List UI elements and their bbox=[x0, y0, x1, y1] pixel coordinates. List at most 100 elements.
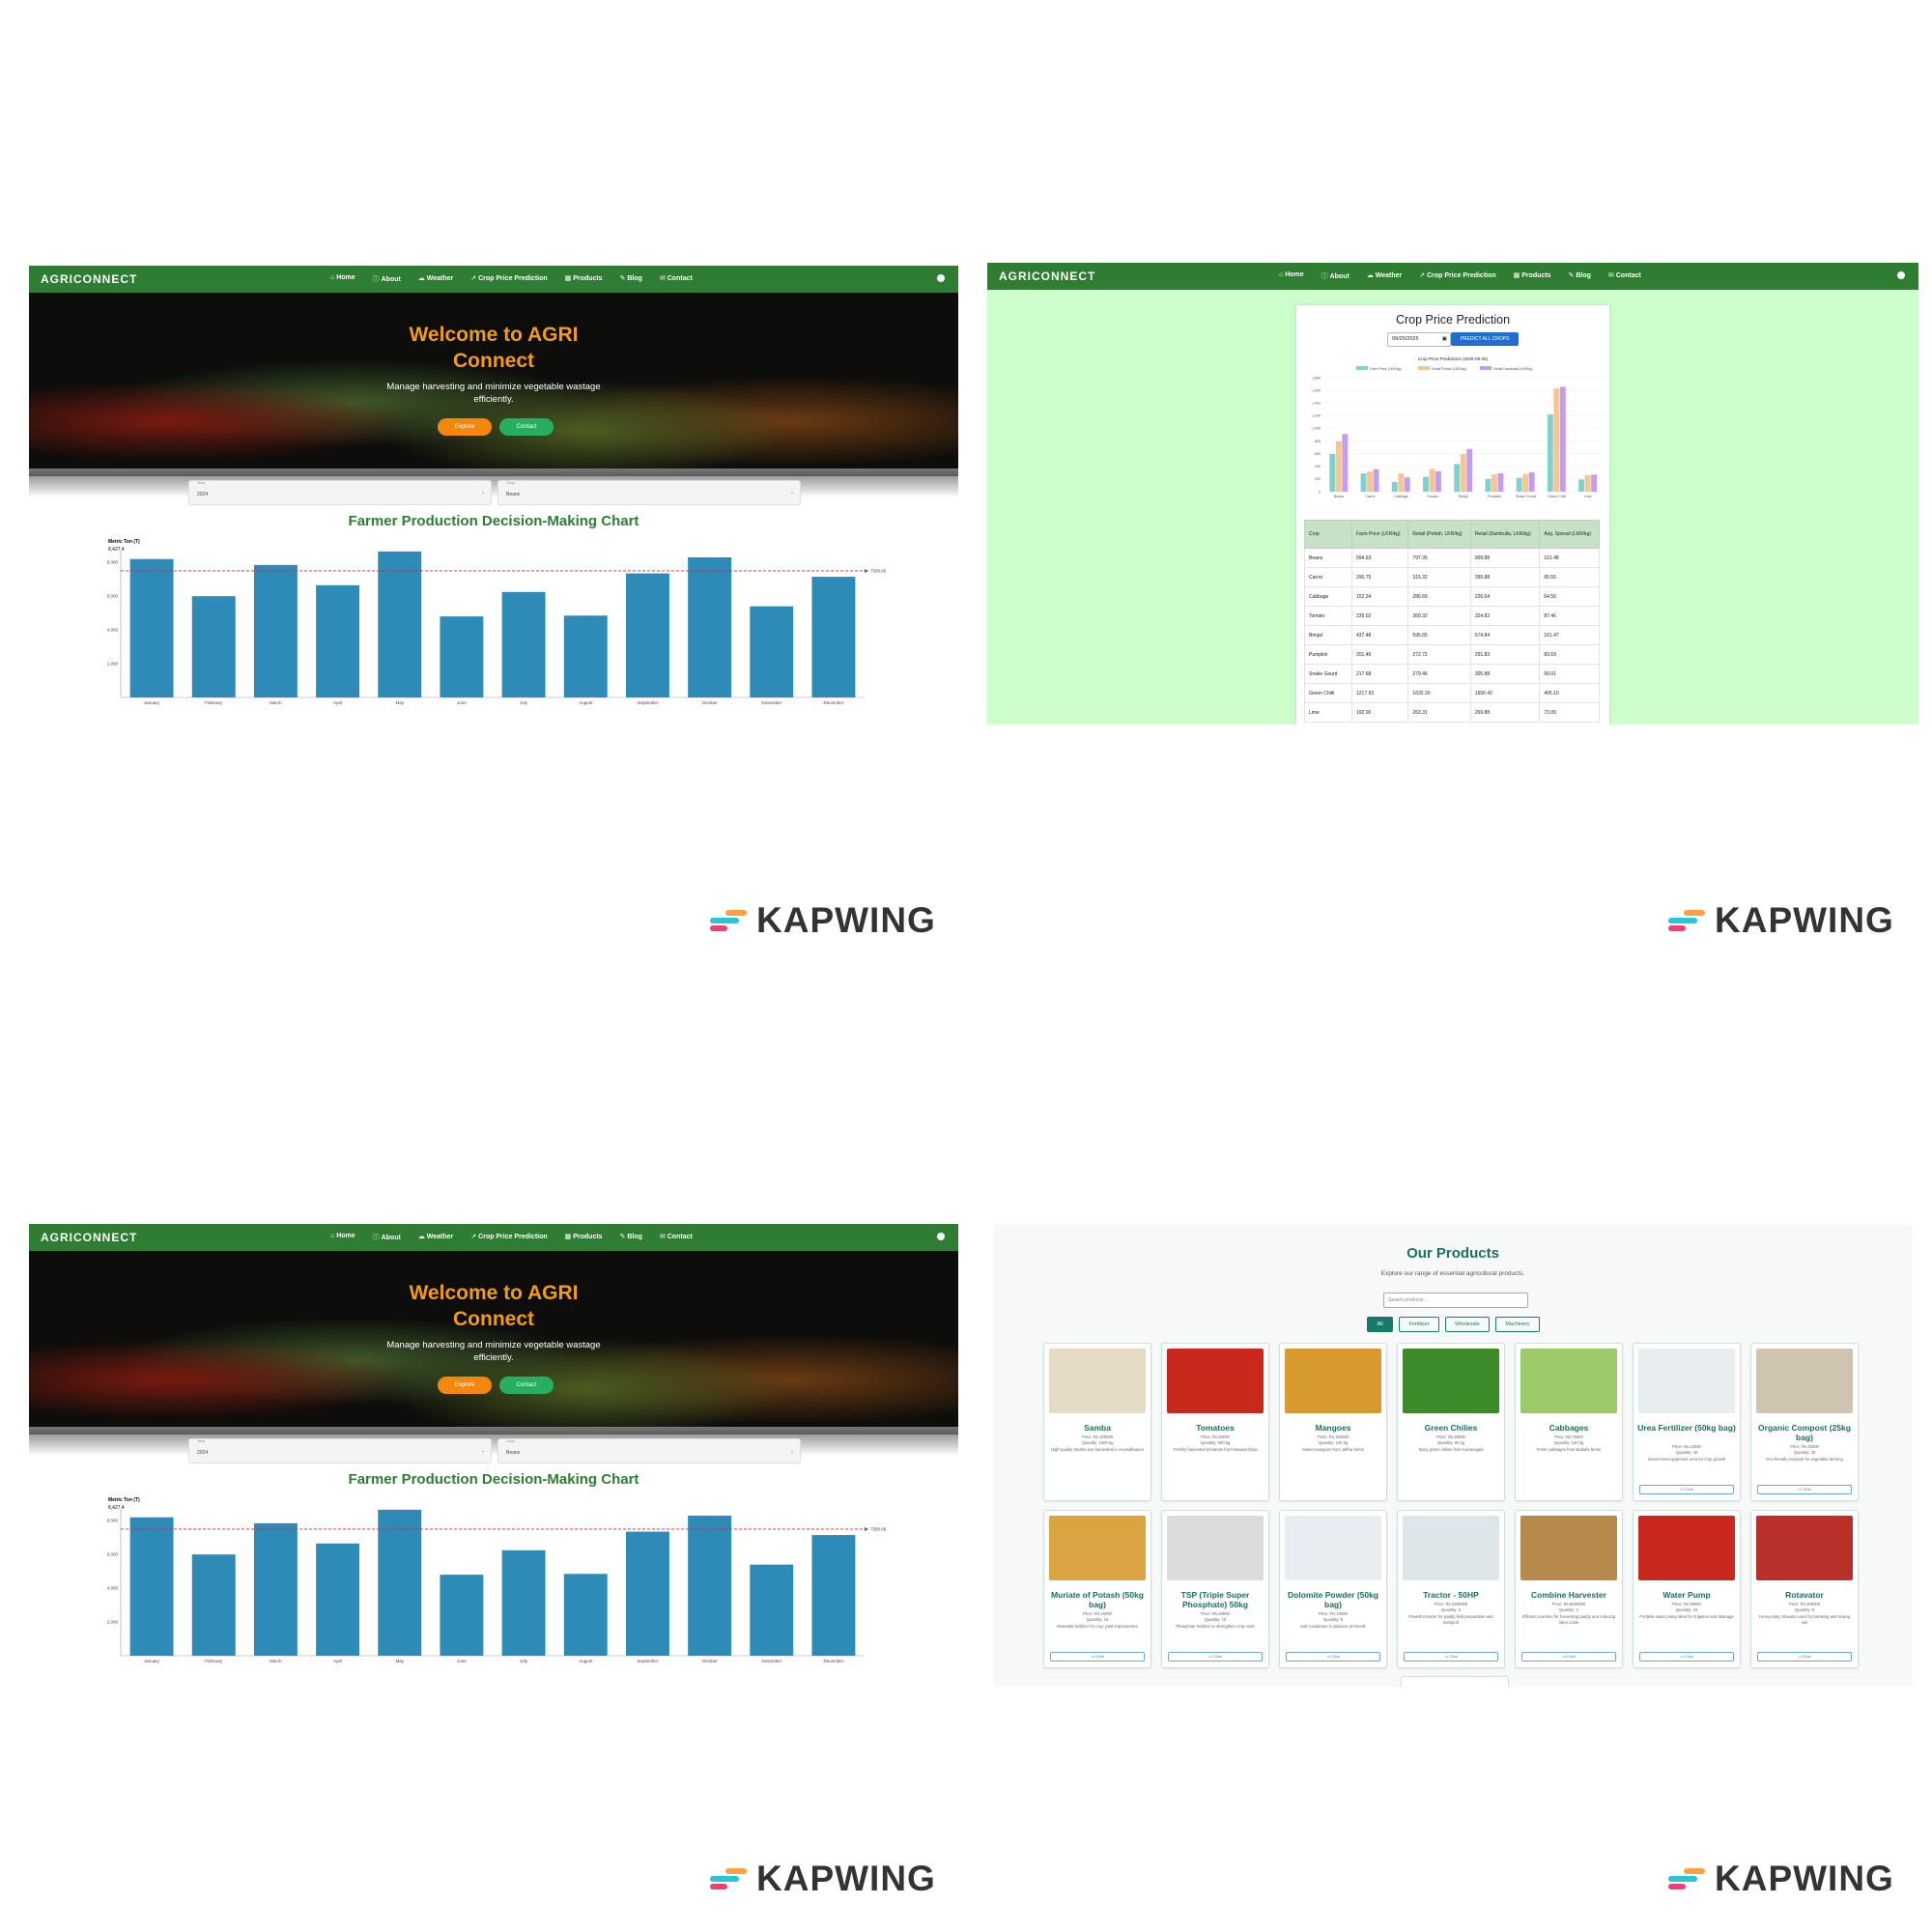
bar-december[interactable] bbox=[811, 577, 856, 697]
nav-contact[interactable]: ✉ Contact bbox=[660, 274, 693, 284]
bar-october[interactable] bbox=[688, 1515, 732, 1656]
brand-logo[interactable]: AGRICONNECT bbox=[999, 270, 1279, 283]
brand-logo[interactable]: AGRICONNECT bbox=[41, 272, 330, 286]
bar-august[interactable] bbox=[563, 1574, 608, 1656]
predict-all-button[interactable]: PREDICT ALL CROPS bbox=[1451, 332, 1519, 346]
product-card[interactable]: Combine Harvester Price: Rs.8000000 Quanti… bbox=[1515, 1510, 1623, 1668]
bar-january[interactable] bbox=[129, 1517, 174, 1656]
nav-weather[interactable]: ☁ Weather bbox=[418, 274, 453, 284]
bar-april[interactable] bbox=[316, 584, 360, 697]
bar-may[interactable] bbox=[378, 551, 422, 697]
bar-lime-2[interactable] bbox=[1591, 474, 1598, 492]
bar-snake-gourd-0[interactable] bbox=[1516, 477, 1522, 492]
explore-button[interactable]: Explore bbox=[438, 1377, 492, 1394]
bar-beans-0[interactable] bbox=[1329, 454, 1336, 492]
product-card[interactable]: TSP (Triple Super Phosphate) 50kg Price: … bbox=[1161, 1510, 1269, 1668]
bar-lime-1[interactable] bbox=[1584, 474, 1591, 492]
bar-beans-2[interactable] bbox=[1342, 434, 1349, 492]
product-card[interactable]: Dolomite Powder (50kg bag) Price: Rs.1000… bbox=[1279, 1510, 1387, 1668]
contact-button[interactable]: Contact bbox=[499, 418, 554, 436]
explore-button[interactable]: Explore bbox=[438, 418, 492, 436]
filter-machinery[interactable]: Machinery bbox=[1495, 1317, 1540, 1332]
bar-april[interactable] bbox=[316, 1543, 360, 1656]
product-card[interactable]: Muriate of Potash (50kg bag) Price: Rs.15… bbox=[1043, 1510, 1151, 1668]
chat-button[interactable]: ▭ Chat bbox=[1757, 1652, 1852, 1662]
bar-pumpkin-1[interactable] bbox=[1491, 474, 1497, 492]
bar-may[interactable] bbox=[378, 1509, 422, 1656]
nav-about[interactable]: ⓘ About bbox=[373, 1233, 401, 1242]
bar-november[interactable] bbox=[750, 1564, 794, 1656]
chat-button[interactable]: ▭ Chat bbox=[1639, 1652, 1734, 1662]
bar-carrot-2[interactable] bbox=[1373, 469, 1379, 492]
filter-fertilizer[interactable]: Fertilizer bbox=[1399, 1317, 1439, 1332]
filter-all[interactable]: All bbox=[1367, 1317, 1393, 1332]
bar-green-chilli-0[interactable] bbox=[1547, 414, 1553, 492]
bar-february[interactable] bbox=[191, 596, 236, 697]
bar-cabbage-2[interactable] bbox=[1404, 477, 1410, 492]
nav-blog[interactable]: ✎ Blog bbox=[620, 1233, 642, 1242]
bar-october[interactable] bbox=[688, 556, 732, 697]
bar-pumpkin-2[interactable] bbox=[1497, 472, 1504, 492]
chat-button[interactable]: ▭ Chat bbox=[1286, 1652, 1380, 1662]
bar-cabbage-0[interactable] bbox=[1391, 482, 1398, 492]
nav-crop-price[interactable]: ↗ Crop Price Prediction bbox=[470, 1233, 547, 1242]
year-select[interactable]: Year 2024 ⌄ bbox=[188, 480, 492, 505]
bar-carrot-0[interactable] bbox=[1360, 472, 1367, 492]
bar-brinjal-1[interactable] bbox=[1460, 453, 1466, 492]
bar-tomato-2[interactable] bbox=[1435, 470, 1441, 492]
contact-button[interactable]: Contact bbox=[499, 1377, 554, 1394]
nav-home[interactable]: ⌂ Home bbox=[330, 1233, 355, 1242]
product-card[interactable]: Tomatoes Price: Rs.80000 Quantity: 500 kg F… bbox=[1161, 1343, 1269, 1501]
product-card[interactable]: Tractor - 50HP Price: Rs.2500000 Quantity:… bbox=[1397, 1510, 1505, 1668]
year-select[interactable]: Year 2024 ⌄ bbox=[188, 1438, 492, 1463]
bar-january[interactable] bbox=[129, 558, 174, 697]
chat-button[interactable]: ▭ Chat bbox=[1404, 1652, 1498, 1662]
chat-button[interactable]: ▭ Chat bbox=[1757, 1485, 1852, 1494]
bar-tomato-0[interactable] bbox=[1423, 476, 1429, 492]
bar-december[interactable] bbox=[811, 1535, 856, 1656]
nav-weather[interactable]: ☁ Weather bbox=[1367, 271, 1402, 281]
chat-button[interactable]: ▭ Chat bbox=[1521, 1652, 1616, 1662]
bar-june[interactable] bbox=[440, 1575, 484, 1656]
brand-logo[interactable]: AGRICONNECT bbox=[41, 1231, 330, 1244]
bar-carrot-1[interactable] bbox=[1367, 471, 1373, 492]
bar-march[interactable] bbox=[253, 1522, 298, 1656]
user-icon[interactable] bbox=[937, 1233, 945, 1240]
bar-september[interactable] bbox=[625, 1531, 669, 1656]
bar-august[interactable] bbox=[563, 615, 608, 697]
bar-snake-gourd-1[interactable] bbox=[1522, 473, 1529, 492]
user-icon[interactable] bbox=[937, 274, 945, 282]
bar-july[interactable] bbox=[501, 591, 546, 697]
bar-lime-0[interactable] bbox=[1578, 479, 1585, 492]
bar-brinjal-0[interactable] bbox=[1454, 464, 1461, 492]
bar-september[interactable] bbox=[625, 573, 669, 697]
nav-contact[interactable]: ✉ Contact bbox=[1608, 271, 1641, 281]
filter-wholesale[interactable]: Wholesale bbox=[1445, 1317, 1490, 1332]
product-card[interactable]: Samba Price: Rs.100000 Quantity: 1000 kg Hi… bbox=[1043, 1343, 1151, 1501]
nav-about[interactable]: ⓘ About bbox=[373, 274, 401, 284]
crop-select[interactable]: Crop Beans ⌄ bbox=[497, 1438, 801, 1463]
product-card[interactable]: Urea Fertilizer (50kg bag) Price: Rs.1200… bbox=[1633, 1343, 1741, 1501]
nav-home[interactable]: ⌂ Home bbox=[1279, 271, 1304, 281]
bar-november[interactable] bbox=[750, 606, 794, 697]
bar-july[interactable] bbox=[501, 1549, 546, 1656]
crop-select[interactable]: Crop Beans ⌄ bbox=[497, 480, 801, 505]
product-card[interactable]: Mangoes Price: Rs.150000 Quantity: 100 kg S… bbox=[1279, 1343, 1387, 1501]
nav-contact[interactable]: ✉ Contact bbox=[660, 1233, 693, 1242]
product-card[interactable]: Organic Compost (25kg bag) Price: Rs.2000… bbox=[1750, 1343, 1859, 1501]
nav-crop-price[interactable]: ↗ Crop Price Prediction bbox=[470, 274, 547, 284]
bar-february[interactable] bbox=[191, 1554, 236, 1656]
bar-cabbage-1[interactable] bbox=[1398, 473, 1405, 492]
bar-pumpkin-0[interactable] bbox=[1485, 478, 1492, 492]
chat-button[interactable]: ▭ Chat bbox=[1050, 1652, 1145, 1662]
nav-home[interactable]: ⌂ Home bbox=[330, 274, 355, 284]
product-card[interactable]: Cabbages Price: Rs.75000 Quantity: 120 kg F… bbox=[1515, 1343, 1623, 1501]
product-card[interactable]: Green Chilies Price: Rs.30000 Quantity: 50… bbox=[1397, 1343, 1505, 1501]
nav-weather[interactable]: ☁ Weather bbox=[418, 1233, 453, 1242]
nav-about[interactable]: ⓘ About bbox=[1321, 271, 1350, 281]
date-input[interactable]: 09/25/2025 ▣ bbox=[1387, 332, 1451, 347]
bar-beans-1[interactable] bbox=[1335, 440, 1342, 492]
bar-snake-gourd-2[interactable] bbox=[1528, 471, 1535, 492]
chat-button[interactable]: ▭ Chat bbox=[1639, 1485, 1734, 1494]
nav-blog[interactable]: ✎ Blog bbox=[620, 274, 642, 284]
